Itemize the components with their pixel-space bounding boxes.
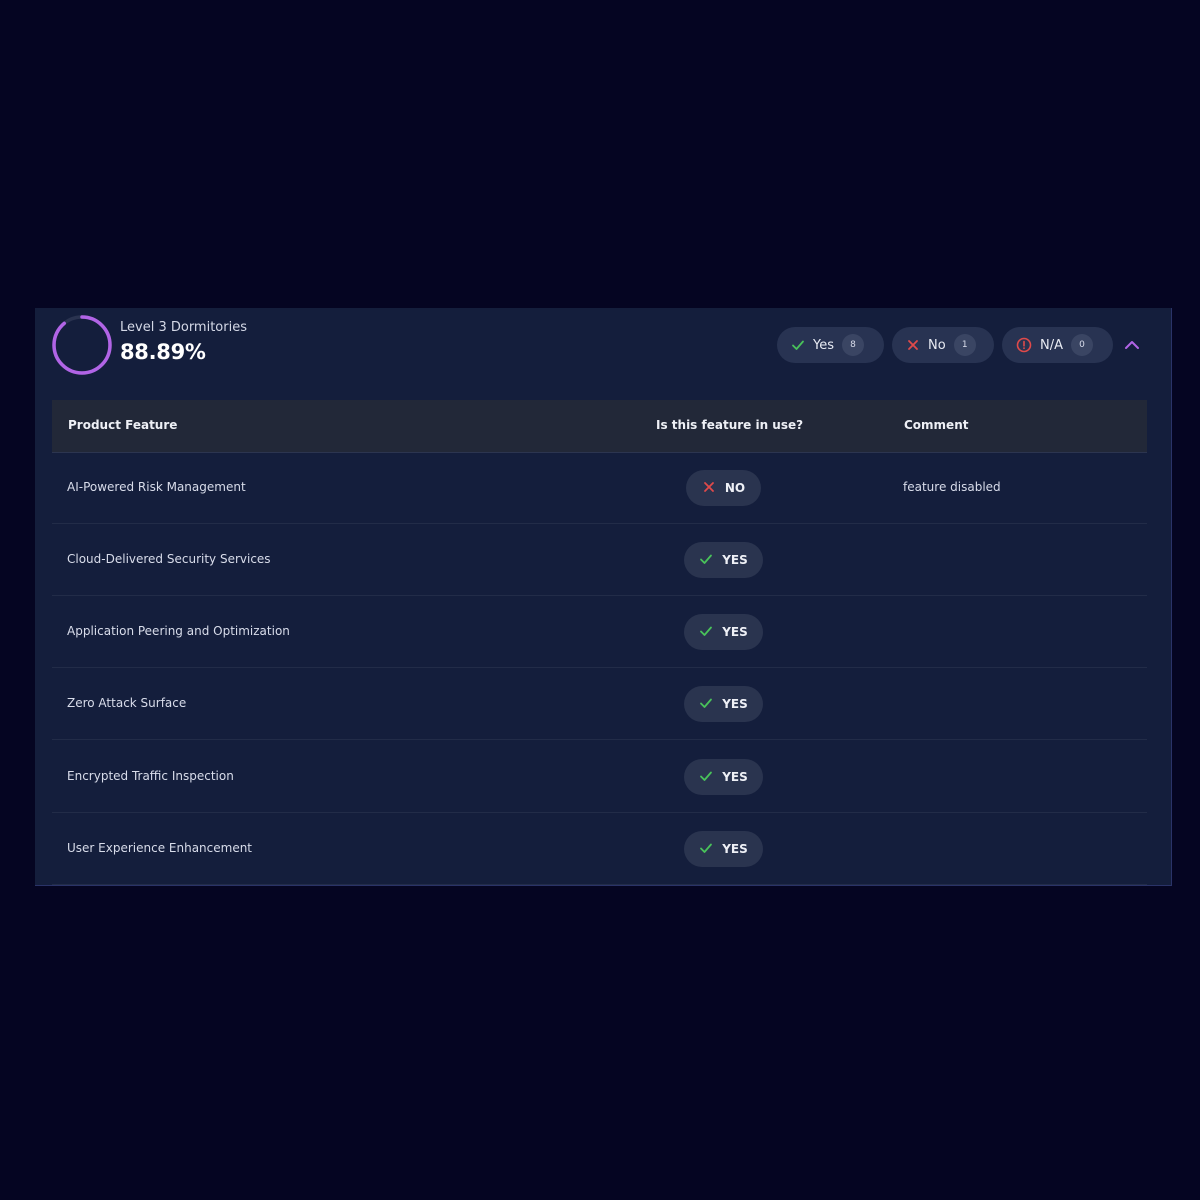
status-label: YES	[722, 553, 748, 567]
na-label: N/A	[1040, 337, 1063, 353]
x-icon	[702, 479, 716, 498]
table-row: User Experience Enhancement YES	[52, 813, 1147, 885]
table-row: Zero Attack Surface YES	[52, 668, 1147, 740]
feature-name: Cloud-Delivered Security Services	[67, 552, 271, 566]
status-badge-no[interactable]: NO	[686, 470, 761, 506]
table-row: AI-Powered Risk Management NO feature di…	[52, 452, 1147, 524]
header-product-feature: Product Feature	[68, 418, 178, 432]
completion-percentage: 88.89%	[120, 340, 206, 364]
section-title: Level 3 Dormitories	[120, 320, 247, 335]
header-comment: Comment	[904, 418, 969, 432]
table-header: Product Feature Is this feature in use? …	[52, 400, 1147, 453]
status-label: YES	[722, 842, 748, 856]
check-icon	[699, 623, 713, 642]
status-label: YES	[722, 625, 748, 639]
table-row: Application Peering and Optimization YES	[52, 596, 1147, 668]
status-badge-yes[interactable]: YES	[684, 686, 763, 722]
status-label: YES	[722, 697, 748, 711]
feature-name: AI-Powered Risk Management	[67, 480, 246, 494]
feature-name: Application Peering and Optimization	[67, 624, 290, 638]
no-count: 1	[953, 334, 976, 356]
feature-name: Zero Attack Surface	[67, 696, 187, 710]
x-icon	[906, 338, 920, 352]
dormitory-panel: Level 3 Dormitories 88.89% Yes 8 No 1 N/…	[35, 308, 1172, 886]
status-badge-yes[interactable]: YES	[684, 614, 763, 650]
status-badge-yes[interactable]: YES	[684, 542, 763, 578]
feature-name: Encrypted Traffic Inspection	[67, 769, 234, 783]
yes-label: Yes	[813, 337, 834, 353]
comment-text: feature disabled	[903, 480, 1001, 494]
na-filter-pill[interactable]: N/A 0	[1002, 327, 1113, 363]
table-row: Encrypted Traffic Inspection YES	[52, 741, 1147, 813]
status-label: YES	[722, 770, 748, 784]
no-label: No	[928, 337, 946, 353]
status-badge-yes[interactable]: YES	[684, 831, 763, 867]
check-icon	[699, 695, 713, 714]
chevron-up-icon[interactable]	[1122, 336, 1142, 354]
yes-filter-pill[interactable]: Yes 8	[777, 327, 884, 363]
status-badge-yes[interactable]: YES	[684, 759, 763, 795]
no-filter-pill[interactable]: No 1	[892, 327, 994, 363]
check-icon	[791, 338, 805, 352]
feature-name: User Experience Enhancement	[67, 841, 253, 855]
check-icon	[699, 840, 713, 859]
na-count: 0	[1071, 334, 1093, 356]
alert-circle-icon	[1016, 337, 1032, 353]
check-icon	[699, 768, 713, 787]
progress-ring	[52, 315, 112, 375]
check-icon	[699, 551, 713, 570]
yes-count: 8	[842, 334, 864, 356]
table-row: Cloud-Delivered Security Services YES	[52, 524, 1147, 596]
status-label: NO	[724, 481, 746, 495]
header-in-use: Is this feature in use?	[656, 418, 804, 432]
